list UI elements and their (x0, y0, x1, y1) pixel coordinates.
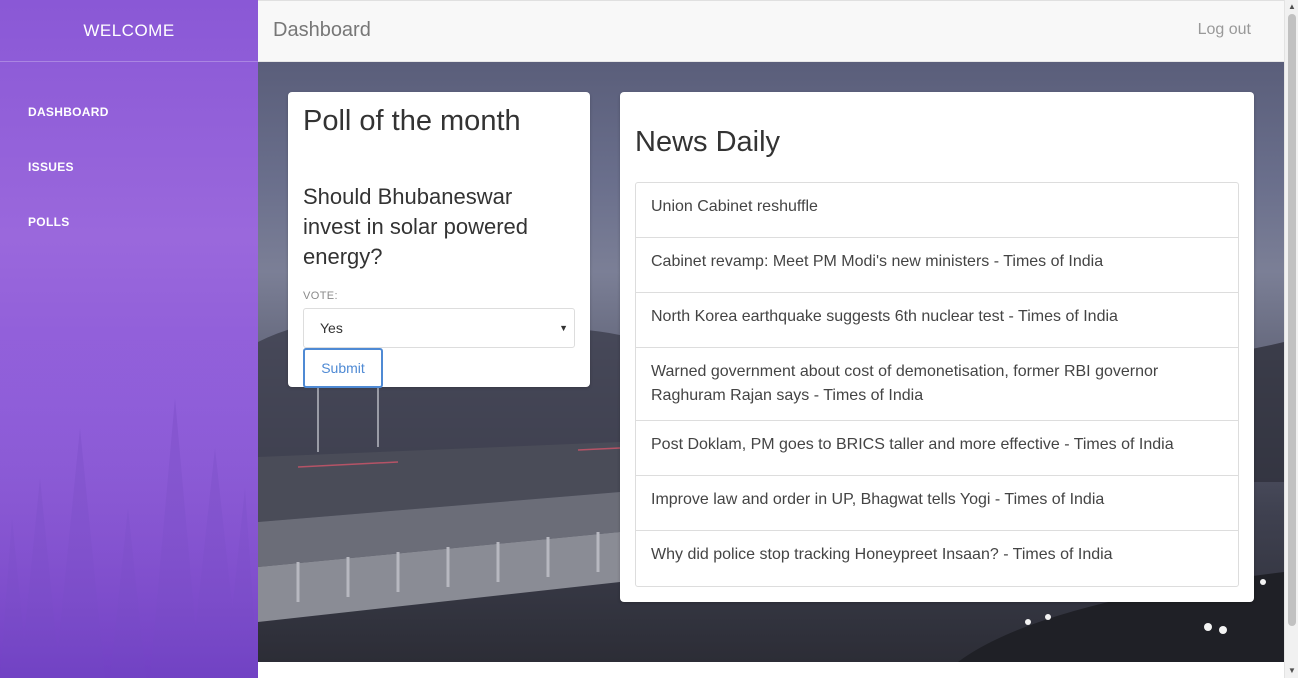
sidebar-item-issues[interactable]: ISSUES (0, 145, 258, 200)
poll-title: Poll of the month (303, 105, 521, 137)
vote-select[interactable]: Yes ▼ (303, 308, 575, 348)
logout-link[interactable]: Log out (1198, 21, 1251, 39)
page-title: Dashboard (273, 19, 371, 41)
sidebar-item-dashboard[interactable]: DASHBOARD (0, 90, 258, 145)
news-item[interactable]: Union Cabinet reshuffle (636, 183, 1238, 238)
dropdown-arrow-icon: ▼ (559, 323, 568, 333)
news-item[interactable]: Improve law and order in UP, Bhagwat tel… (636, 476, 1238, 531)
sidebar-item-polls[interactable]: POLLS (0, 200, 258, 255)
sidebar: WELCOME DASHBOARD ISSUES POLLS (0, 0, 258, 678)
scroll-down-arrow-icon[interactable]: ▼ (1285, 664, 1298, 678)
vote-label: VOTE: (303, 290, 339, 302)
news-card: News Daily Union Cabinet reshuffle Cabin… (620, 92, 1254, 602)
sidebar-title: WELCOME (0, 0, 258, 62)
news-title: News Daily (635, 126, 781, 158)
poll-question: Should Bhubaneswar invest in solar power… (303, 184, 529, 269)
poll-card: Poll of the month Should Bhubaneswar inv… (288, 92, 590, 388)
news-item[interactable]: Why did police stop tracking Honeypreet … (636, 531, 1238, 586)
top-navbar: Dashboard Log out (258, 0, 1284, 62)
main-content: Poll of the month Should Bhubaneswar inv… (258, 62, 1284, 662)
news-item[interactable]: Warned government about cost of demoneti… (636, 348, 1238, 421)
app: WELCOME DASHBOARD ISSUES POLLS Dashboard… (0, 0, 1298, 678)
page-scrollbar[interactable]: ▲ ▼ (1284, 0, 1298, 678)
news-item[interactable]: Cabinet revamp: Meet PM Modi's new minis… (636, 238, 1238, 293)
vote-select-value: Yes (320, 320, 343, 336)
forest-background-image (0, 338, 258, 678)
news-list: Union Cabinet reshuffle Cabinet revamp: … (635, 182, 1239, 587)
scrollbar-thumb[interactable] (1288, 14, 1296, 626)
news-item[interactable]: Post Doklam, PM goes to BRICS taller and… (636, 421, 1238, 476)
sidebar-nav: DASHBOARD ISSUES POLLS (0, 62, 258, 255)
news-item[interactable]: North Korea earthquake suggests 6th nucl… (636, 293, 1238, 348)
submit-button[interactable]: Submit (303, 348, 383, 388)
scroll-up-arrow-icon[interactable]: ▲ (1285, 0, 1298, 14)
